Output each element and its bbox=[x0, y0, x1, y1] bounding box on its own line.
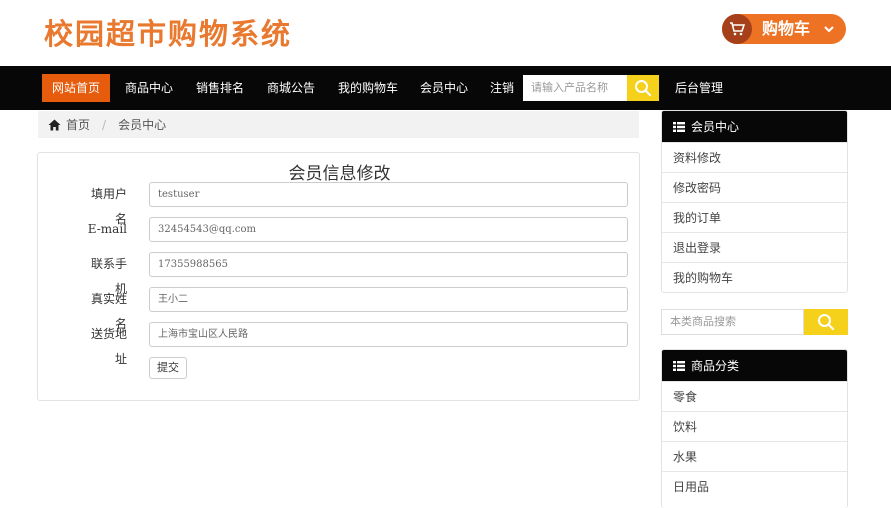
form-row-phone: 联系手机 17355988565 bbox=[38, 252, 641, 296]
breadcrumb-separator: / bbox=[102, 117, 107, 132]
address-field[interactable]: 上海市宝山区人民路 bbox=[149, 322, 628, 347]
sidebar-item-change-password[interactable]: 修改密码 bbox=[662, 172, 847, 202]
sidebar-item-my-orders[interactable]: 我的订单 bbox=[662, 202, 847, 232]
category-item-snacks[interactable]: 零食 bbox=[662, 381, 847, 411]
category-search-input[interactable]: 本类商品搜索 bbox=[661, 309, 804, 335]
nav-search-button[interactable] bbox=[627, 75, 659, 101]
sidebar-item-my-cart[interactable]: 我的购物车 bbox=[662, 262, 847, 292]
username-field[interactable]: testuser bbox=[149, 182, 628, 207]
search-icon bbox=[818, 314, 835, 331]
list-icon bbox=[673, 360, 685, 371]
nav-member-center[interactable]: 会员中心 bbox=[420, 66, 468, 110]
member-info-panel: 会员信息修改 填用户名 testuser E-mail 32454543@qq.… bbox=[37, 152, 640, 401]
header: 校园超市购物系统 购物车 bbox=[0, 0, 891, 66]
nav-sales-ranking[interactable]: 销售排名 bbox=[196, 66, 244, 110]
phone-field[interactable]: 17355988565 bbox=[149, 252, 628, 277]
nav-products[interactable]: 商品中心 bbox=[125, 66, 173, 110]
site-logo[interactable]: 校园超市购物系统 bbox=[44, 14, 292, 54]
category-item-drinks[interactable]: 饮料 bbox=[662, 411, 847, 441]
realname-field[interactable]: 王小二 bbox=[149, 287, 628, 312]
home-icon bbox=[48, 119, 61, 130]
sidebar-item-edit-profile[interactable]: 资料修改 bbox=[662, 142, 847, 172]
submit-button[interactable]: 提交 bbox=[149, 357, 187, 379]
nav-announcements[interactable]: 商城公告 bbox=[267, 66, 315, 110]
sidebar-item-logout[interactable]: 退出登录 bbox=[662, 232, 847, 262]
member-center-box: 会员中心 资料修改 修改密码 我的订单 退出登录 我的购物车 bbox=[661, 110, 848, 293]
cart-button[interactable]: 购物车 bbox=[722, 14, 846, 44]
email-field[interactable]: 32454543@qq.com bbox=[149, 217, 628, 242]
address-label: 送货地址 bbox=[90, 327, 127, 366]
chevron-down-icon bbox=[824, 22, 834, 36]
nav-home[interactable]: 网站首页 bbox=[42, 74, 111, 102]
category-search-button[interactable] bbox=[804, 309, 848, 335]
nav-logout[interactable]: 注销 bbox=[490, 66, 514, 110]
form-row-address: 送货地址 上海市宝山区人民路 bbox=[38, 322, 641, 366]
breadcrumb-home[interactable]: 首页 bbox=[66, 116, 90, 133]
member-center-title: 会员中心 bbox=[691, 120, 740, 134]
cart-icon bbox=[722, 14, 752, 44]
category-header: 商品分类 bbox=[662, 350, 847, 381]
breadcrumb-current: 会员中心 bbox=[118, 118, 167, 132]
nav-admin[interactable]: 后台管理 bbox=[675, 66, 723, 110]
category-title: 商品分类 bbox=[691, 359, 740, 373]
form-row-realname: 真实姓名 王小二 bbox=[38, 287, 641, 331]
email-label: E-mail bbox=[87, 222, 127, 236]
member-center-header: 会员中心 bbox=[662, 111, 847, 142]
category-item-daily-goods[interactable]: 日用品 bbox=[662, 471, 847, 501]
breadcrumb: 首页 / 会员中心 bbox=[38, 111, 639, 138]
nav-search-input[interactable]: 请输入产品名称 bbox=[523, 75, 627, 101]
nav-my-cart[interactable]: 我的购物车 bbox=[338, 66, 398, 110]
list-icon bbox=[673, 121, 685, 132]
form-row-username: 填用户名 testuser bbox=[38, 182, 641, 226]
form-row-email: E-mail 32454543@qq.com bbox=[38, 217, 641, 242]
cart-label: 购物车 bbox=[762, 19, 811, 38]
search-icon bbox=[635, 80, 652, 97]
category-item-fruit[interactable]: 水果 bbox=[662, 441, 847, 471]
category-box: 商品分类 零食 饮料 水果 日用品 bbox=[661, 349, 848, 508]
